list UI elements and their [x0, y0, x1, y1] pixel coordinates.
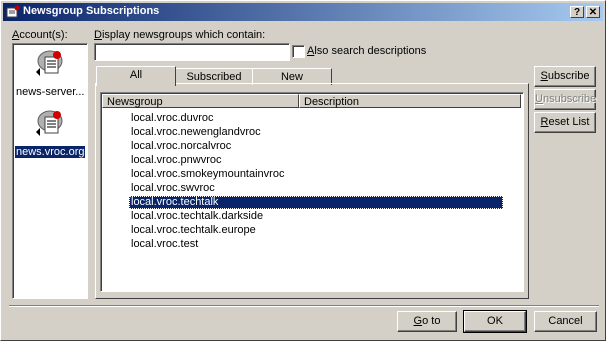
title-bar[interactable]: Newsgroup Subscriptions ? ✕	[3, 3, 603, 21]
account-name: news-server...	[16, 86, 85, 98]
cancel-button[interactable]: Cancel	[534, 311, 597, 332]
reset-list-button[interactable]: Reset List	[534, 112, 596, 133]
newsgroup-row[interactable]: local.vroc.duvroc	[129, 112, 214, 125]
newsgroup-row[interactable]: local.vroc.newenglandvroc	[129, 126, 261, 139]
newsgroup-row[interactable]: local.vroc.techtalk.europe	[129, 224, 256, 237]
subscribe-button[interactable]: Subscribe	[534, 66, 596, 87]
newsgroup-row-selected[interactable]: local.vroc.techtalk	[129, 196, 503, 209]
newsgroup-row[interactable]: local.vroc.swvroc	[129, 182, 215, 195]
account-name: news.vroc.org	[15, 146, 85, 158]
newsgroup-list[interactable]: Newsgroup Description local.vroc.duvroc …	[100, 92, 524, 292]
newsgroup-row[interactable]: local.vroc.norcalvroc	[129, 140, 231, 153]
also-search-descriptions-label[interactable]: Also search descriptions	[307, 45, 426, 57]
accounts-list[interactable]: news-server... news.vroc.org	[12, 43, 88, 299]
footer-separator	[9, 305, 599, 307]
filter-label: Display newsgroups which contain:	[94, 29, 266, 41]
close-button[interactable]: ✕	[586, 6, 600, 18]
newsgroup-app-icon	[6, 5, 20, 18]
column-header-description[interactable]: Description	[299, 94, 521, 108]
column-header-newsgroup[interactable]: Newsgroup	[102, 94, 299, 108]
newsgroup-row[interactable]: local.vroc.pnwvroc	[129, 154, 221, 167]
newsgroup-row[interactable]: local.vroc.techtalk.darkside	[129, 210, 263, 223]
tab-all[interactable]: All	[96, 66, 176, 86]
newsgroup-row[interactable]: local.vroc.test	[129, 238, 198, 251]
newsgroup-row[interactable]: local.vroc.smokeymountainvroc	[129, 168, 284, 181]
news-server-icon	[36, 110, 63, 136]
newsgroup-subscriptions-dialog: Newsgroup Subscriptions ? ✕ Account(s): …	[0, 0, 606, 341]
news-server-icon	[36, 50, 63, 76]
unsubscribe-button[interactable]: Unsubscribe	[534, 89, 596, 110]
help-button[interactable]: ?	[570, 6, 584, 18]
account-item-news-server[interactable]: news-server...	[15, 48, 85, 98]
ok-button[interactable]: OK	[463, 310, 527, 333]
go-to-button[interactable]: Go to	[397, 311, 457, 332]
window-title: Newsgroup Subscriptions	[23, 5, 160, 17]
also-search-descriptions-checkbox[interactable]	[292, 45, 305, 58]
accounts-label: Account(s):	[12, 29, 68, 41]
filter-input[interactable]	[94, 43, 290, 61]
account-item-news-vroc-org[interactable]: news.vroc.org	[15, 108, 85, 158]
